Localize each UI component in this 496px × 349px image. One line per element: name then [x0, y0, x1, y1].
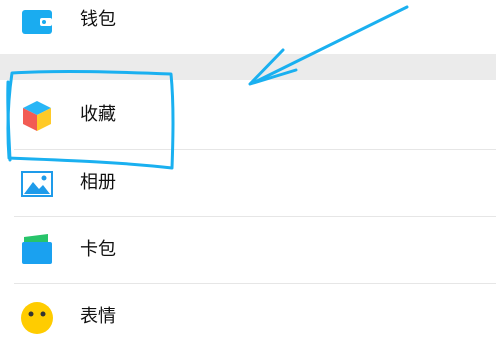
- card-wallet-icon: [22, 234, 52, 264]
- menu-item-wallet[interactable]: 钱包: [0, 0, 496, 52]
- wallet-icon: [22, 10, 52, 34]
- menu-item-label: 收藏: [80, 104, 116, 125]
- menu-item-label: 钱包: [80, 9, 116, 30]
- album-icon: [21, 171, 53, 197]
- menu-item-label: 相册: [80, 172, 116, 193]
- menu-item-favorites[interactable]: 收藏: [0, 83, 496, 147]
- emoji-icon: [21, 302, 53, 334]
- menu-item-emoji[interactable]: 表情: [0, 285, 496, 349]
- menu-item-label: 表情: [80, 306, 116, 327]
- menu-item-label: 卡包: [80, 239, 116, 260]
- divider: [14, 283, 496, 284]
- favorites-cube-icon: [23, 101, 51, 131]
- section-gap: [0, 54, 496, 80]
- menu-item-card-wallet[interactable]: 卡包: [0, 218, 496, 282]
- divider: [14, 216, 496, 217]
- divider: [14, 149, 496, 150]
- menu-item-album[interactable]: 相册: [0, 151, 496, 215]
